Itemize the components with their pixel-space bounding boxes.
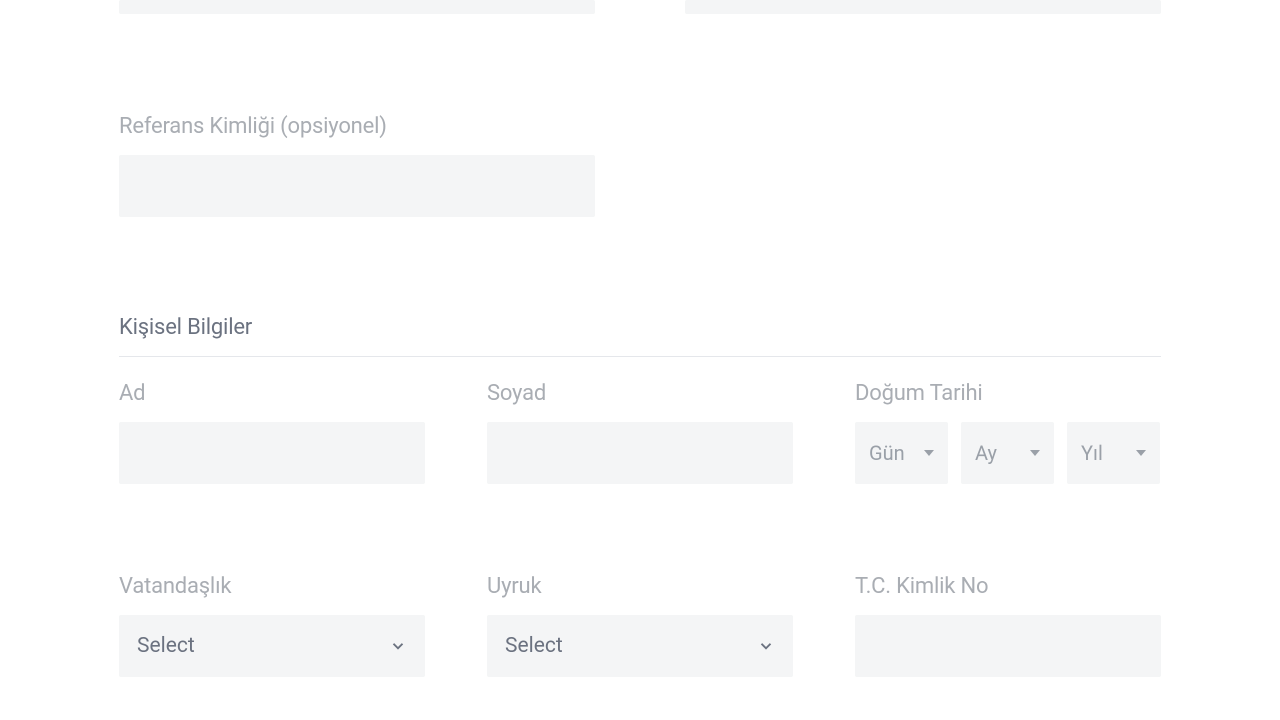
caret-down-icon — [924, 450, 934, 456]
birth-date-label: Doğum Tarihi — [855, 381, 1161, 406]
first-name-input[interactable] — [119, 422, 425, 484]
tc-id-label: T.C. Kimlik No — [855, 574, 1161, 599]
nationality-select[interactable]: Select — [487, 615, 793, 677]
section-title-personal: Kişisel Bilgiler — [119, 315, 1161, 357]
caret-down-icon — [1136, 450, 1146, 456]
first-name-label: Ad — [119, 381, 425, 406]
reference-id-input[interactable] — [119, 155, 595, 217]
citizenship-select[interactable]: Select — [119, 615, 425, 677]
nationality-label: Uyruk — [487, 574, 793, 599]
birth-day-select[interactable]: Gün — [855, 422, 948, 484]
chevron-down-icon — [389, 637, 407, 655]
citizenship-label: Vatandaşlık — [119, 574, 425, 599]
last-name-label: Soyad — [487, 381, 793, 406]
birth-year-placeholder: Yıl — [1081, 441, 1103, 465]
top-field-left — [119, 0, 595, 14]
caret-down-icon — [1030, 450, 1040, 456]
nationality-value: Select — [505, 634, 563, 658]
birth-month-placeholder: Ay — [975, 441, 997, 465]
birth-year-select[interactable]: Yıl — [1067, 422, 1160, 484]
birth-day-placeholder: Gün — [869, 441, 905, 465]
top-field-right — [685, 0, 1161, 14]
birth-month-select[interactable]: Ay — [961, 422, 1054, 484]
reference-id-label: Referans Kimliği (opsiyonel) — [119, 114, 1161, 139]
citizenship-value: Select — [137, 634, 195, 658]
tc-id-input[interactable] — [855, 615, 1161, 677]
chevron-down-icon — [757, 637, 775, 655]
last-name-input[interactable] — [487, 422, 793, 484]
